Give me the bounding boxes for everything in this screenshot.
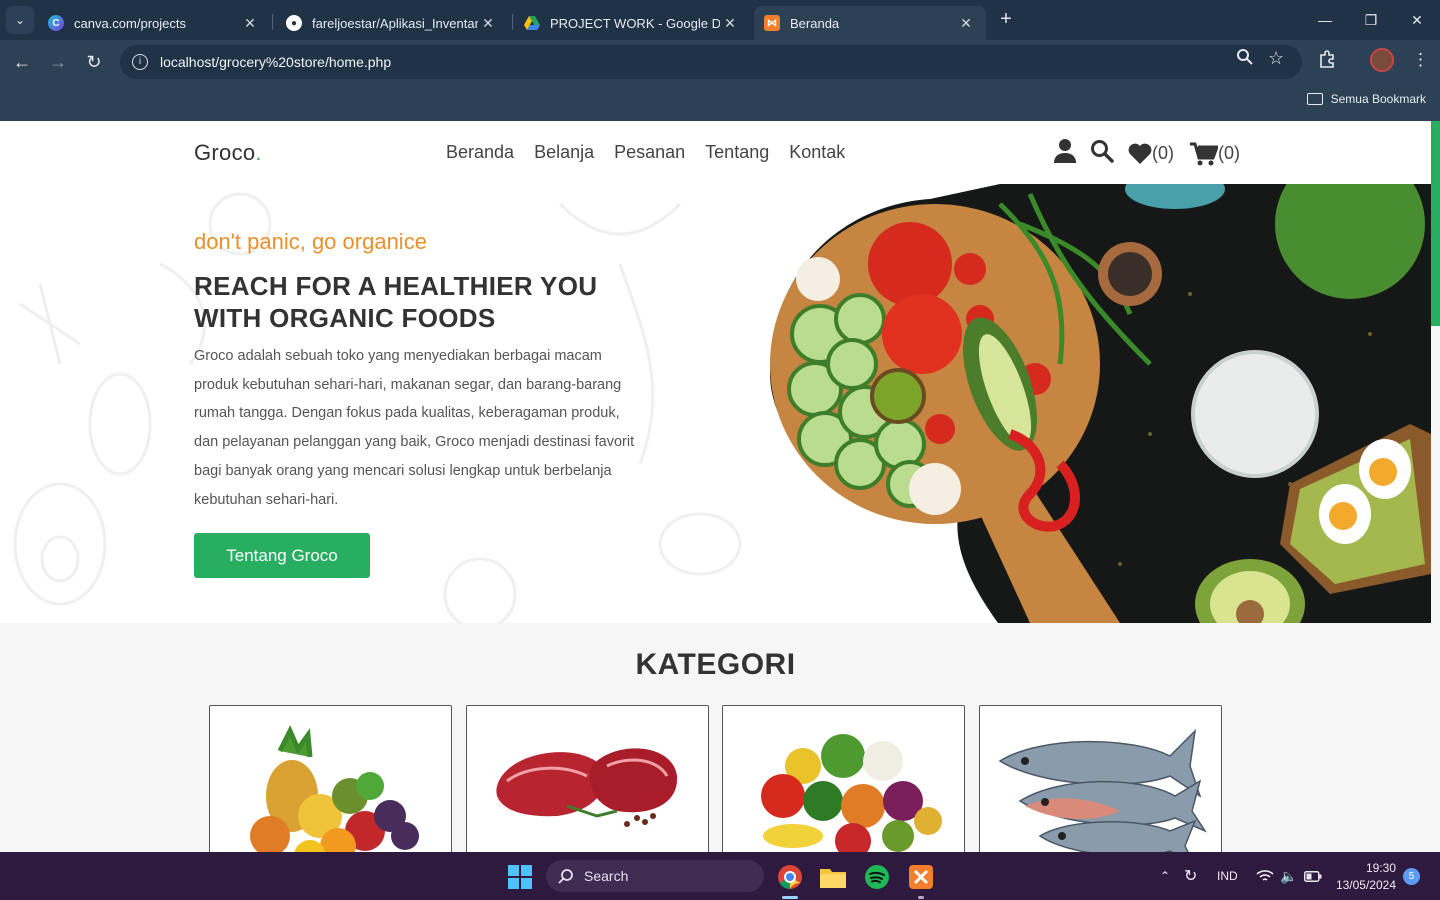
- web-page: Groco. Beranda Belanja Pesanan Tentang K…: [0, 121, 1440, 852]
- search-icon[interactable]: [1090, 139, 1114, 168]
- nav-pesanan[interactable]: Pesanan: [614, 142, 685, 163]
- hero-headline: REACH FOR A HEALTHIER YOU WITH ORGANIC F…: [194, 271, 598, 333]
- zoom-icon[interactable]: [1236, 48, 1253, 70]
- extensions-icon[interactable]: [1318, 50, 1336, 73]
- nav-beranda[interactable]: Beranda: [446, 142, 514, 163]
- cart-button[interactable]: (0): [1190, 142, 1240, 166]
- taskbar-search-box[interactable]: Search: [546, 860, 764, 892]
- vegetables-image: [761, 734, 942, 852]
- hero-tagline: don't panic, go organice: [194, 229, 427, 254]
- hero-description: Groco adalah sebuah toko yang menyediaka…: [194, 348, 635, 508]
- chrome-menu-icon[interactable]: ⋮: [1412, 50, 1429, 70]
- search-icon: [558, 869, 573, 884]
- new-tab-button[interactable]: +: [992, 8, 1020, 32]
- chrome-taskbar-icon[interactable]: [772, 860, 808, 894]
- close-tab-icon[interactable]: ✕: [720, 15, 740, 32]
- windows-start-button[interactable]: [502, 860, 538, 894]
- category-card-fish[interactable]: [979, 705, 1222, 852]
- categories-heading: KATEGORI: [635, 648, 796, 681]
- hero-section: don't panic, go organice REACH FOR A HEA…: [0, 184, 1431, 623]
- heart-icon: [1128, 143, 1152, 164]
- browser-toolbar: ← → ↻ i localhost/grocery%20store/home.p…: [0, 40, 1440, 84]
- nav-kontak[interactable]: Kontak: [789, 142, 845, 163]
- close-window-button[interactable]: ✕: [1394, 0, 1440, 40]
- restore-button[interactable]: ❐: [1348, 0, 1394, 40]
- minimize-button[interactable]: —: [1302, 0, 1348, 40]
- bookmark-star-icon[interactable]: ☆: [1268, 48, 1284, 69]
- all-bookmarks-button[interactable]: Semua Bookmark: [1306, 92, 1426, 106]
- clock[interactable]: 19:30 13/05/2024: [1334, 852, 1396, 900]
- tab-search-chevron-icon[interactable]: ⌄: [6, 6, 34, 34]
- back-button[interactable]: ←: [10, 50, 34, 74]
- tab-google-drive[interactable]: PROJECT WORK - Google Drive ✕: [514, 6, 750, 40]
- close-tab-icon[interactable]: ✕: [240, 15, 260, 32]
- fish-image: [998, 728, 1207, 852]
- organic-food-hero-image: [770, 184, 1431, 623]
- tab-github[interactable]: ● fareljoestar/Aplikasi_Inventaris... ✕: [276, 6, 508, 40]
- user-icon[interactable]: [1054, 139, 1076, 168]
- forward-button[interactable]: →: [46, 50, 70, 74]
- windows-logo-icon: [508, 865, 532, 889]
- folder-icon: [1306, 93, 1323, 105]
- drive-icon: [524, 15, 540, 31]
- canva-icon: C: [48, 15, 64, 31]
- category-card-meat[interactable]: [466, 705, 709, 852]
- nav-tentang[interactable]: Tentang: [705, 142, 769, 163]
- sync-icon[interactable]: ↻: [1184, 852, 1197, 900]
- site-header: Groco. Beranda Belanja Pesanan Tentang K…: [0, 121, 1431, 184]
- close-tab-icon[interactable]: ✕: [956, 15, 976, 32]
- notification-badge[interactable]: 5: [1403, 868, 1420, 885]
- tab-canva[interactable]: C canva.com/projects ✕: [38, 6, 270, 40]
- windows-taskbar: Search ⌃ ↻ IND 🔈 19:30 13/05/2024 5: [0, 852, 1440, 900]
- cart-icon: [1190, 142, 1218, 165]
- scrollbar-thumb[interactable]: [1431, 121, 1440, 326]
- fruits-image: [250, 725, 419, 852]
- meat-image: [496, 748, 678, 827]
- cart-count: (0): [1218, 143, 1240, 163]
- header-icons: (0) (0): [1054, 139, 1240, 168]
- category-card-fruits[interactable]: [209, 705, 452, 852]
- category-card-vegetables[interactable]: [722, 705, 965, 852]
- wishlist-button[interactable]: (0): [1128, 143, 1174, 165]
- reload-button[interactable]: ↻: [82, 50, 106, 74]
- github-icon: ●: [286, 15, 302, 31]
- volume-icon[interactable]: 🔈: [1280, 852, 1297, 900]
- tab-beranda[interactable]: ⋈ Beranda ✕: [754, 6, 986, 40]
- battery-icon[interactable]: [1304, 852, 1322, 900]
- url-text[interactable]: localhost/grocery%20store/home.php: [160, 54, 1302, 70]
- nav-belanja[interactable]: Belanja: [534, 142, 594, 163]
- show-hidden-icons[interactable]: ⌃: [1160, 852, 1170, 900]
- wishlist-count: (0): [1152, 143, 1174, 163]
- xampp-icon: ⋈: [764, 15, 780, 31]
- site-info-icon[interactable]: i: [132, 54, 148, 70]
- wifi-icon[interactable]: [1256, 852, 1274, 900]
- input-language[interactable]: IND: [1217, 852, 1238, 900]
- bookmarks-bar: Semua Bookmark: [0, 84, 1440, 121]
- site-logo[interactable]: Groco.: [194, 140, 262, 166]
- file-explorer-icon[interactable]: [815, 860, 851, 894]
- spotify-icon[interactable]: [859, 860, 895, 894]
- address-bar[interactable]: i localhost/grocery%20store/home.php: [120, 45, 1302, 79]
- browser-tab-strip: ⌄ C canva.com/projects ✕ ● fareljoestar/…: [0, 0, 1440, 40]
- xampp-taskbar-icon[interactable]: [903, 860, 939, 894]
- close-tab-icon[interactable]: ✕: [478, 15, 498, 32]
- about-groco-button[interactable]: Tentang Groco: [194, 533, 370, 578]
- main-nav: Beranda Belanja Pesanan Tentang Kontak: [446, 142, 845, 163]
- profile-avatar[interactable]: [1370, 48, 1394, 72]
